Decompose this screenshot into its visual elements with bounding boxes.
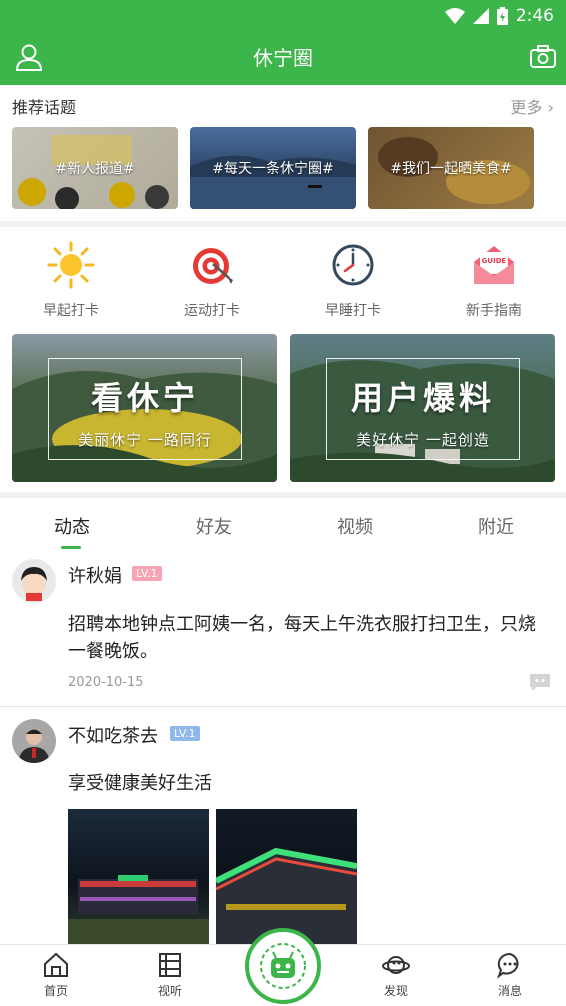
battery-icon	[496, 7, 508, 25]
banner-subtitle: 美好休宁 一起创造	[356, 431, 490, 449]
level-badge: LV.1	[132, 566, 162, 581]
camera-icon[interactable]	[528, 42, 558, 72]
target-icon	[193, 248, 233, 284]
center-publish-button[interactable]	[245, 928, 321, 1004]
recommend-title: 推荐话题	[12, 98, 77, 117]
nav-label: 发现	[383, 984, 408, 998]
post-photo[interactable]	[68, 809, 209, 945]
nav-label: 视听	[157, 984, 182, 998]
post-photo-image	[216, 847, 357, 945]
post-date: 2020-10-15	[68, 675, 144, 690]
tab-nearby[interactable]: 附近	[456, 513, 536, 539]
quick-guide[interactable]: GUIDE 新手指南	[439, 240, 549, 320]
chevron-right-icon: ›	[542, 98, 554, 117]
level-badge: LV.1	[170, 726, 200, 741]
clock-icon	[332, 244, 374, 286]
nav-home[interactable]: 首页	[16, 951, 96, 999]
app-bar: 2:46 休宁圈	[0, 0, 566, 85]
topic-card-daily[interactable]: #每天一条休宁圈#	[190, 127, 356, 209]
banner-user-tips[interactable]: 用户爆料 美好休宁 一起创造	[290, 334, 555, 482]
banner-title: 用户爆料	[350, 379, 495, 417]
topic-card-new[interactable]: #新人报道#	[12, 127, 178, 209]
banner-title: 看休宁	[90, 379, 199, 417]
banner-frame: 看休宁 美丽休宁 一路同行	[48, 358, 242, 460]
guide-badge-text: GUIDE	[482, 257, 507, 265]
post-text: 享受健康美好生活	[68, 773, 212, 794]
tab-dynamic[interactable]: 动态	[32, 513, 112, 539]
tab-indicator	[61, 546, 81, 549]
status-bar: 2:46	[444, 6, 554, 26]
tab-friends[interactable]: 好友	[174, 513, 254, 539]
recommend-header: 推荐话题 更多 ›	[0, 85, 566, 123]
quick-early-sleep[interactable]: 早睡打卡	[298, 240, 408, 320]
tab-video[interactable]: 视频	[315, 513, 395, 539]
post-username[interactable]: 不如吃茶去	[68, 722, 158, 748]
avatar-photo	[12, 719, 56, 763]
topic-label: #新人报道#	[55, 161, 135, 177]
chat-icon	[497, 952, 519, 979]
nav-label: 首页	[43, 984, 68, 998]
avatar[interactable]	[12, 719, 56, 763]
topic-label: #我们一起晒美食#	[390, 161, 512, 177]
post-separator	[0, 706, 566, 707]
status-time: 2:46	[515, 6, 554, 26]
topic-label: #每天一条休宁圈#	[212, 161, 334, 177]
quick-exercise[interactable]: 运动打卡	[157, 240, 267, 320]
banner-subtitle: 美丽休宁 一路同行	[78, 431, 212, 449]
avatar-cartoon	[12, 559, 56, 603]
home-icon	[44, 952, 68, 977]
banner-see-xiuning[interactable]: 看休宁 美丽休宁 一路同行	[12, 334, 277, 482]
section-divider	[0, 492, 566, 498]
post-photo[interactable]	[216, 809, 357, 945]
post-text: 招聘本地钟点工阿姨一名，每天上午洗衣服打扫卫生，只烧一餐晚饭。	[68, 614, 536, 662]
sun-icon	[47, 241, 95, 289]
banner-frame: 用户爆料 美好休宁 一起创造	[326, 358, 520, 460]
comment-icon[interactable]	[528, 672, 552, 692]
nav-label: 消息	[497, 984, 522, 998]
planet-icon	[382, 956, 410, 974]
topic-card-food[interactable]: #我们一起晒美食#	[368, 127, 534, 209]
feed-tabs: 动态 好友 视频 附近	[0, 500, 566, 550]
post-username[interactable]: 许秋娟	[68, 562, 122, 588]
quick-label: 早睡打卡	[325, 303, 381, 319]
robot-icon	[260, 943, 306, 989]
more-link[interactable]: 更多 ›	[511, 94, 555, 118]
nav-media[interactable]: 视听	[130, 951, 210, 999]
quick-label: 新手指南	[466, 303, 522, 319]
nav-discover[interactable]: 发现	[356, 951, 436, 999]
quick-label: 运动打卡	[184, 303, 240, 319]
wifi-icon	[444, 8, 465, 24]
film-icon	[159, 953, 181, 977]
post-photo-image	[68, 875, 209, 945]
quick-early-rise[interactable]: 早起打卡	[16, 240, 126, 320]
section-divider	[0, 221, 566, 227]
page-title: 休宁圈	[253, 46, 313, 70]
avatar[interactable]	[12, 559, 56, 603]
guide-envelope-icon: GUIDE	[474, 246, 514, 284]
quick-label: 早起打卡	[43, 303, 99, 319]
nav-messages[interactable]: 消息	[470, 951, 550, 999]
signal-icon	[472, 8, 489, 24]
more-label: 更多	[510, 98, 543, 117]
